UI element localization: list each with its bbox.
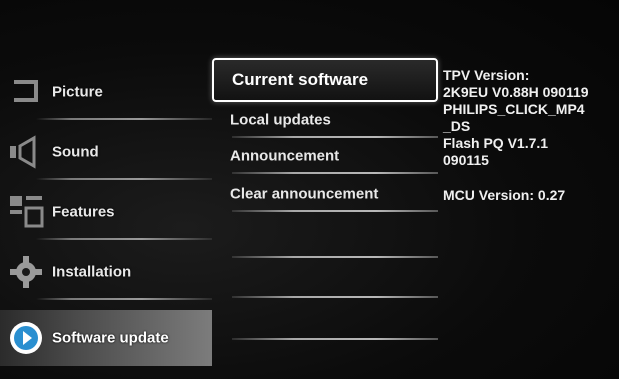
menu-item-features[interactable]: Features bbox=[0, 184, 212, 240]
software-info-panel: TPV Version: 2K9EU V0.88H 090119 PHILIPS… bbox=[443, 67, 619, 204]
info-line: PHILIPS_CLICK_MP4 bbox=[443, 101, 585, 117]
info-line: 090115 bbox=[443, 152, 489, 168]
submenu-item-empty bbox=[212, 302, 438, 340]
submenu-item-label: Local updates bbox=[230, 111, 331, 129]
menu-item-software-update[interactable]: Software update bbox=[0, 310, 212, 366]
menu-item-label: Picture bbox=[52, 83, 103, 101]
main-menu: Picture Sound Features Installation Soft… bbox=[0, 60, 212, 379]
submenu-item-label: Clear announcement bbox=[230, 185, 379, 203]
software-update-icon bbox=[10, 322, 42, 354]
menu-item-label: Software update bbox=[52, 329, 169, 347]
menu-item-installation[interactable]: Installation bbox=[0, 244, 212, 300]
submenu-separator bbox=[232, 172, 438, 174]
submenu-separator bbox=[232, 338, 438, 340]
menu-item-sound[interactable]: Sound bbox=[0, 124, 212, 180]
submenu-item-current-software[interactable]: Current software bbox=[212, 58, 438, 102]
speaker-icon bbox=[10, 135, 36, 169]
submenu-item-clear-announcement[interactable]: Clear announcement bbox=[212, 176, 438, 212]
info-line: _DS bbox=[443, 118, 471, 134]
picture-icon bbox=[14, 80, 38, 102]
menu-separator bbox=[36, 178, 212, 180]
submenu-item-label: Current software bbox=[232, 70, 369, 89]
submenu-item-empty bbox=[212, 220, 438, 258]
menu-item-label: Installation bbox=[52, 263, 132, 281]
features-icon bbox=[10, 196, 44, 228]
menu-item-picture[interactable]: Picture bbox=[0, 64, 212, 120]
menu-separator bbox=[36, 298, 212, 300]
software-update-submenu: Current software Local updates Announcem… bbox=[212, 58, 438, 358]
info-line: TPV Version: bbox=[443, 67, 530, 83]
tv-settings-screen: Picture Sound Features Installation Soft… bbox=[0, 0, 619, 379]
submenu-item-announcement[interactable]: Announcement bbox=[212, 138, 438, 174]
info-line: 2K9EU V0.88H 090119 bbox=[443, 84, 589, 100]
menu-item-label: Features bbox=[52, 203, 115, 221]
submenu-separator bbox=[232, 210, 438, 212]
submenu-separator bbox=[232, 256, 438, 258]
menu-separator bbox=[36, 118, 212, 120]
mcu-version: MCU Version: 0.27 bbox=[443, 187, 566, 203]
gear-icon bbox=[10, 256, 42, 288]
menu-separator bbox=[36, 238, 212, 240]
submenu-separator bbox=[232, 296, 438, 298]
menu-item-label: Sound bbox=[52, 143, 99, 161]
submenu-item-label: Announcement bbox=[230, 147, 340, 165]
info-line: Flash PQ V1.7.1 bbox=[443, 135, 549, 151]
submenu-item-local-updates[interactable]: Local updates bbox=[212, 102, 438, 138]
submenu-item-empty bbox=[212, 260, 438, 298]
